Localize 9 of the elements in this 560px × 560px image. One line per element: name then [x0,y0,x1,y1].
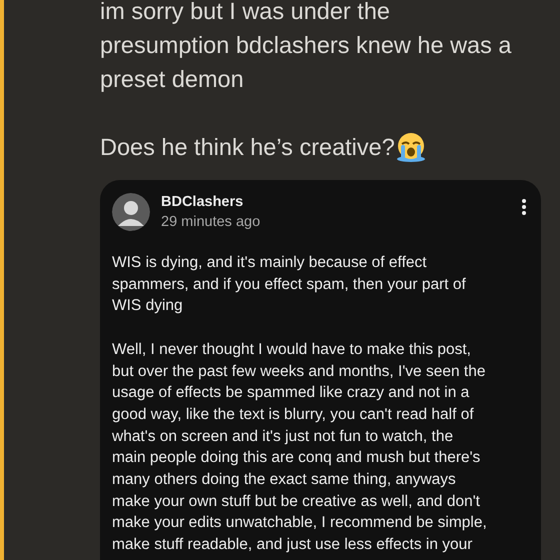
crying-face-icon [394,131,427,163]
post-paragraph: Well, I never thought I would have to make this post, but over the past few weeks and months, I've seen the usage of effects be spammed like crazy and not in a good way, like the text is blurry, you can't read half of what's on screen and it's just not fun to watch, the main people doing this are conq and mush but there's many others doing the exact same thing, anyways make your own stuff but be creative as well, and don't make your edits unwatchable, I recommend be simple, make stuff readable, and just use less effects in your [112,340,488,556]
message-text: Does he think he’s creative? [100,133,395,162]
more-options-icon[interactable] [521,198,527,216]
author-name[interactable]: BDClashers [161,192,260,212]
post-time: 29 minutes ago [161,213,260,232]
post-paragraph: WIS is dying, and it's mainly because of effect spammers, and if you effect spam, then your part of WIS dying [112,253,467,316]
avatar-icon [112,193,150,231]
message-text: im sorry but I was under the presumption bdclashers knew he was a preset demon [100,0,512,94]
